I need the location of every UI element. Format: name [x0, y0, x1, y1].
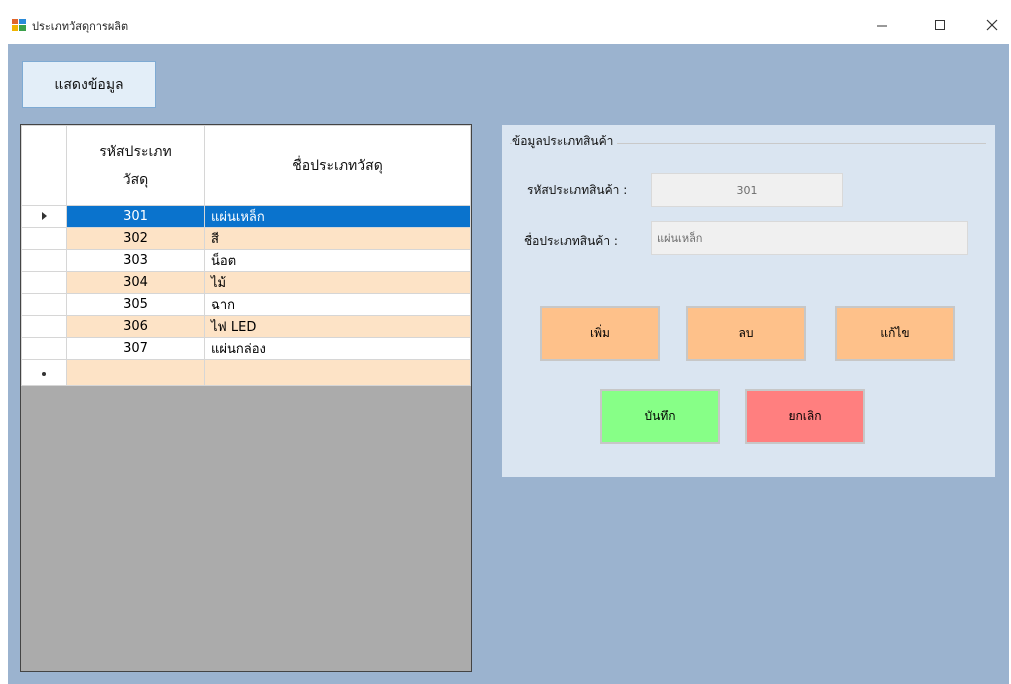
grid-table: รหัสประเภท วัสดุ ชื่อประเภทวัสดุ 301 แผ่… — [21, 125, 471, 386]
minimize-icon — [877, 25, 887, 27]
material-type-grid[interactable]: รหัสประเภท วัสดุ ชื่อประเภทวัสดุ 301 แผ่… — [20, 124, 472, 672]
window-title: ประเภทวัสดุการผลิต — [32, 20, 129, 33]
cell-code[interactable]: 303 — [66, 249, 205, 272]
code-field[interactable]: 301 — [651, 173, 843, 207]
row-header[interactable] — [21, 271, 67, 294]
table-row[interactable]: 305 ฉาก — [21, 293, 471, 316]
table-row[interactable]: 301 แผ่นเหล็ก — [21, 205, 471, 228]
cell-code-new[interactable] — [66, 359, 205, 386]
row-header[interactable] — [21, 205, 67, 228]
cell-code[interactable]: 306 — [66, 315, 205, 338]
row-header-corner — [21, 125, 67, 206]
code-label: รหัสประเภทสินค้า : — [527, 183, 628, 197]
row-header[interactable] — [21, 359, 67, 386]
table-row[interactable]: 307 แผ่นกล่อง — [21, 337, 471, 360]
table-row[interactable]: 303 น็อต — [21, 249, 471, 272]
cell-name[interactable]: แผ่นเหล็ก — [204, 205, 471, 228]
new-row-icon — [42, 372, 46, 376]
cell-name[interactable]: ไฟ LED — [204, 315, 471, 338]
table-row[interactable]: 304 ไม้ — [21, 271, 471, 294]
maximize-icon — [935, 20, 945, 30]
add-button[interactable]: เพิ่ม — [540, 306, 660, 361]
minimize-button[interactable] — [862, 10, 902, 40]
save-button[interactable]: บันทึก — [600, 389, 720, 444]
title-bar: ประเภทวัสดุการผลิต — [0, 0, 1011, 44]
cell-name[interactable]: แผ่นกล่อง — [204, 337, 471, 360]
row-header[interactable] — [21, 337, 67, 360]
grid-header-row: รหัสประเภท วัสดุ ชื่อประเภทวัสดุ — [21, 125, 471, 206]
table-row[interactable]: 306 ไฟ LED — [21, 315, 471, 338]
row-header[interactable] — [21, 315, 67, 338]
close-button[interactable] — [972, 10, 1011, 40]
cancel-button[interactable]: ยกเลิก — [745, 389, 865, 444]
group-title: ข้อมูลประเภทสินค้า — [512, 132, 618, 151]
app-icon — [12, 19, 26, 31]
maximize-button[interactable] — [920, 10, 960, 40]
cell-code[interactable]: 305 — [66, 293, 205, 316]
cell-name-new[interactable] — [204, 359, 471, 386]
current-row-arrow-icon — [41, 212, 47, 220]
delete-button[interactable]: ลบ — [686, 306, 806, 361]
cell-name[interactable]: ฉาก — [204, 293, 471, 316]
show-data-button[interactable]: แสดงข้อมูล — [22, 61, 156, 108]
row-header[interactable] — [21, 227, 67, 250]
cell-code[interactable]: 301 — [66, 205, 205, 228]
cell-code[interactable]: 304 — [66, 271, 205, 294]
cell-name[interactable]: น็อต — [204, 249, 471, 272]
cell-code[interactable]: 302 — [66, 227, 205, 250]
cell-code[interactable]: 307 — [66, 337, 205, 360]
close-icon — [986, 19, 998, 31]
name-label: ชื่อประเภทสินค้า : — [524, 234, 618, 248]
edit-button[interactable]: แก้ไข — [835, 306, 955, 361]
row-header[interactable] — [21, 293, 67, 316]
cell-name[interactable]: สี — [204, 227, 471, 250]
cell-name[interactable]: ไม้ — [204, 271, 471, 294]
new-row[interactable] — [21, 359, 471, 386]
name-field[interactable]: แผ่นเหล็ก — [651, 221, 968, 255]
table-row[interactable]: 302 สี — [21, 227, 471, 250]
row-header[interactable] — [21, 249, 67, 272]
column-header-code[interactable]: รหัสประเภท วัสดุ — [66, 125, 205, 206]
product-type-groupbox: ข้อมูลประเภทสินค้า รหัสประเภทสินค้า : 30… — [502, 125, 995, 477]
column-header-name[interactable]: ชื่อประเภทวัสดุ — [204, 125, 471, 206]
